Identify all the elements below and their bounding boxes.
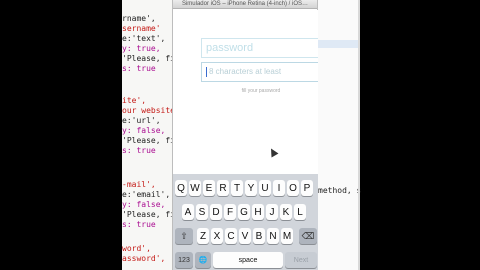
code-line: 'Please, fil: [122, 210, 174, 219]
key-x[interactable]: X: [211, 228, 223, 244]
numbers-key[interactable]: 123: [175, 252, 193, 268]
password-hint: fill your password: [241, 88, 281, 94]
key-s[interactable]: S: [196, 204, 208, 220]
ios-keyboard: Q W E R T Y U I O P A S D F G H J K L ⇧ …: [173, 174, 319, 270]
confirm-password-placeholder: 8 characters at least: [209, 67, 282, 76]
key-r[interactable]: R: [217, 180, 229, 196]
key-f[interactable]: F: [224, 204, 236, 220]
code-line: our website': [122, 106, 174, 115]
key-d[interactable]: D: [210, 204, 222, 220]
code-line: s: true: [122, 220, 156, 229]
text-caret: [206, 66, 207, 77]
code-line: e:'url',: [122, 116, 161, 125]
simulator-title: Simulador iOS – iPhone Retina (4-inch) /…: [173, 0, 317, 9]
key-h[interactable]: H: [252, 204, 264, 220]
globe-key[interactable]: 🌐: [195, 252, 211, 268]
code-line: s: true: [122, 64, 156, 73]
delete-key[interactable]: ⌫: [299, 228, 317, 244]
key-l[interactable]: L: [294, 204, 306, 220]
password-field[interactable]: password: [201, 38, 321, 58]
keyboard-row-4: 123 🌐 space Next: [173, 252, 319, 268]
code-line: e:'email',: [122, 190, 171, 199]
code-line: 'Please, fill: [122, 54, 174, 63]
key-j[interactable]: J: [266, 204, 278, 220]
code-line: y: false,: [122, 200, 166, 209]
key-o[interactable]: O: [287, 180, 299, 196]
code-line: -mail',: [122, 180, 156, 189]
key-z[interactable]: Z: [197, 228, 209, 244]
code-line: y: true,: [122, 44, 161, 53]
iphone-screen: password 8 characters at least fill your…: [173, 10, 321, 270]
ios-simulator-window: Simulador iOS – iPhone Retina (4-inch) /…: [172, 0, 321, 270]
keyboard-row-2: A S D F G H J K L: [173, 204, 319, 220]
code-line: 'Please, fil: [122, 136, 174, 145]
key-q[interactable]: Q: [175, 180, 187, 196]
keyboard-row-3: ⇧ Z X C V B N M ⌫: [173, 228, 319, 244]
code-line: assword',: [122, 254, 166, 263]
code-line: e:'text',: [122, 34, 166, 43]
editor-scrollbar[interactable]: [358, 0, 360, 270]
code-editor-left: rname', sername' e:'text', y: true, 'Ple…: [122, 0, 174, 270]
key-i[interactable]: I: [273, 180, 285, 196]
key-w[interactable]: W: [189, 180, 201, 196]
key-b[interactable]: B: [253, 228, 265, 244]
next-key[interactable]: Next: [285, 252, 317, 268]
code-line: y: false,: [122, 126, 166, 135]
code-line: sername': [122, 24, 161, 33]
key-p[interactable]: P: [301, 180, 313, 196]
key-u[interactable]: U: [259, 180, 271, 196]
key-m[interactable]: M: [281, 228, 293, 244]
mouse-pointer-icon: [267, 146, 279, 158]
line-highlight: [318, 40, 358, 48]
key-c[interactable]: C: [225, 228, 237, 244]
code-line: rname',: [122, 14, 156, 23]
space-key[interactable]: space: [213, 252, 283, 268]
key-k[interactable]: K: [280, 204, 292, 220]
key-a[interactable]: A: [182, 204, 194, 220]
key-n[interactable]: N: [267, 228, 279, 244]
keyboard-row-1: Q W E R T Y U I O P: [173, 180, 319, 196]
code-line: word',: [122, 244, 151, 253]
code-editor-right: method, s: [318, 0, 362, 270]
key-g[interactable]: G: [238, 204, 250, 220]
code-line: s: true: [122, 146, 156, 155]
shift-key[interactable]: ⇧: [175, 228, 193, 244]
key-y[interactable]: Y: [245, 180, 257, 196]
code-line: method, s: [318, 186, 362, 195]
key-v[interactable]: V: [239, 228, 251, 244]
key-e[interactable]: E: [203, 180, 215, 196]
confirm-password-field[interactable]: 8 characters at least: [201, 62, 321, 82]
key-t[interactable]: T: [231, 180, 243, 196]
code-line: ite',: [122, 96, 147, 105]
